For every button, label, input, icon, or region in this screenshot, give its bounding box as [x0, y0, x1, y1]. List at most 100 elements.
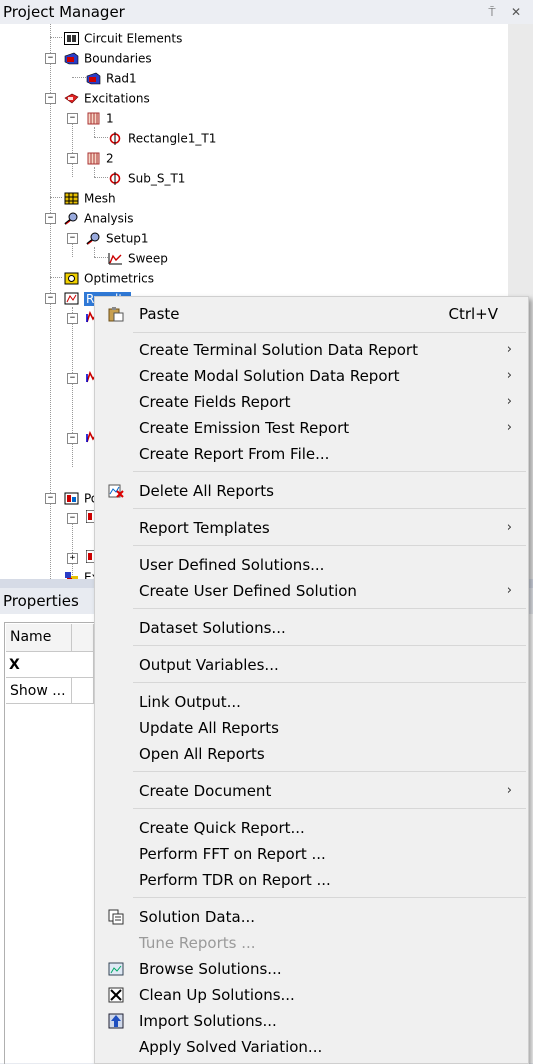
tree-node-analysis[interactable]: Analysis [64, 208, 133, 228]
menu-item-label: Perform FFT on Report ... [139, 845, 326, 863]
menu-item-apply-solved-variation[interactable]: Apply Solved Variation... [95, 1034, 528, 1060]
delete-reports-icon [108, 484, 124, 498]
port-icon [87, 112, 100, 125]
tree-node-sub-s-t1[interactable]: Sub_S_T1 [108, 168, 185, 188]
menu-item-user-defined-solutions[interactable]: User Defined Solutions... [95, 552, 528, 578]
tree-node-boundaries[interactable]: Boundaries [64, 48, 152, 68]
terminal-icon [109, 172, 121, 185]
collapse-toggle[interactable]: − [67, 313, 78, 324]
collapse-toggle[interactable]: − [45, 493, 56, 504]
tree-node-sweep[interactable]: Sweep [108, 248, 168, 268]
menu-item-create-fields-report[interactable]: Create Fields Report › [95, 389, 528, 415]
field-overlay-icon [64, 492, 79, 505]
menu-item-update-all-reports[interactable]: Update All Reports [95, 715, 528, 741]
menu-item-label: Create Report From File... [139, 445, 330, 463]
column-header-value[interactable] [72, 624, 94, 652]
collapse-toggle[interactable]: − [67, 233, 78, 244]
collapse-toggle[interactable]: − [67, 373, 78, 384]
menu-item-clean-up-solutions[interactable]: Clean Up Solutions... [95, 982, 528, 1008]
tree-node-optimetrics[interactable]: Optimetrics [64, 268, 154, 288]
menu-item-create-user-defined-solution[interactable]: Create User Defined Solution › [95, 578, 528, 604]
menu-item-label: Create Emission Test Report [139, 419, 350, 437]
tree-label: Setup1 [106, 231, 149, 246]
tree-node-circuit-elements[interactable]: Circuit Elements [64, 28, 182, 48]
menu-item-label: Import Solutions... [139, 1012, 277, 1030]
collapse-toggle[interactable]: − [45, 53, 56, 64]
menu-item-label: Solution Data... [139, 908, 255, 926]
collapse-toggle[interactable]: − [67, 513, 78, 524]
menu-item-create-document[interactable]: Create Document › [95, 778, 528, 804]
menu-item-label: Create Modal Solution Data Report [139, 367, 400, 385]
menu-item-create-report-from-file[interactable]: Create Report From File... [95, 441, 528, 467]
tree-node-mesh[interactable]: Mesh [64, 188, 116, 208]
tree-label: Sweep [128, 251, 168, 266]
menu-item-label: Create Quick Report... [139, 819, 305, 837]
tree-node-excitations[interactable]: Excitations [64, 88, 150, 108]
collapse-toggle[interactable]: − [45, 293, 56, 304]
expand-toggle[interactable]: + [67, 553, 78, 564]
tree-node-exc-2[interactable]: 2 [86, 148, 114, 168]
terminal-icon [109, 132, 121, 145]
menu-item-dataset-solutions[interactable]: Dataset Solutions... [95, 615, 528, 641]
tree-node-rad1[interactable]: Rad1 [86, 68, 137, 88]
pin-icon[interactable]: ⍑ [484, 0, 500, 24]
clean-up-icon [108, 987, 124, 1003]
collapse-toggle[interactable]: − [67, 433, 78, 444]
menu-item-perform-tdr[interactable]: Perform TDR on Report ... [95, 867, 528, 893]
menu-item-link-output[interactable]: Link Output... [95, 689, 528, 715]
menu-item-browse-solutions[interactable]: Browse Solutions... [95, 956, 528, 982]
menu-item-import-solutions[interactable]: Import Solutions... [95, 1008, 528, 1034]
close-icon[interactable]: ✕ [508, 0, 524, 24]
menu-item-perform-fft[interactable]: Perform FFT on Report ... [95, 841, 528, 867]
menu-item-label: Browse Solutions... [139, 960, 282, 978]
collapse-toggle[interactable]: − [45, 93, 56, 104]
tree-label: Excitations [84, 91, 150, 106]
results-context-menu: Paste Ctrl+V Create Terminal Solution Da… [94, 296, 529, 1064]
tree-label: Analysis [84, 211, 134, 226]
radiation-boundary-icon [86, 72, 101, 85]
menu-item-create-modal-report[interactable]: Create Modal Solution Data Report › [95, 363, 528, 389]
project-manager-title: Project Manager [3, 3, 125, 21]
menu-item-label: Create Terminal Solution Data Report [139, 341, 418, 359]
menu-item-label: Paste [139, 305, 180, 323]
menu-item-open-all-reports[interactable]: Open All Reports [95, 741, 528, 767]
menu-item-tune-reports[interactable]: Tune Reports ... [95, 930, 528, 956]
property-section-x-scrollbar[interactable]: X Scrollbar [6, 652, 94, 699]
import-icon [108, 1013, 124, 1029]
menu-item-output-variables[interactable]: Output Variables... [95, 652, 528, 678]
menu-item-paste[interactable]: Paste Ctrl+V [95, 301, 528, 327]
submenu-arrow-icon: › [506, 394, 512, 409]
menu-item-label: Clean Up Solutions... [139, 986, 295, 1004]
tree-label: Rectangle1_T1 [128, 131, 217, 146]
menu-item-create-emission-report[interactable]: Create Emission Test Report › [95, 415, 528, 441]
sweep-icon [108, 253, 122, 265]
menu-item-label: User Defined Solutions... [139, 556, 325, 574]
tree-label: Mesh [84, 191, 116, 206]
solution-data-icon [108, 909, 124, 925]
submenu-arrow-icon: › [506, 342, 512, 357]
tree-node-exc-1[interactable]: 1 [86, 108, 114, 128]
submenu-arrow-icon: › [506, 420, 512, 435]
property-row-name[interactable]: Show ... [6, 678, 72, 704]
tree-node-rectangle1-t1[interactable]: Rectangle1_T1 [108, 128, 216, 148]
menu-item-delete-all-reports[interactable]: Delete All Reports [95, 478, 528, 504]
collapse-toggle[interactable]: − [67, 153, 78, 164]
properties-title: Properties [3, 592, 79, 610]
menu-item-create-terminal-report[interactable]: Create Terminal Solution Data Report › [95, 337, 528, 363]
collapse-toggle[interactable]: − [67, 113, 78, 124]
tree-label: 1 [106, 111, 114, 126]
tree-node-setup1[interactable]: Setup1 [86, 228, 149, 248]
project-manager-titlebar: Project Manager ⍑ ✕ [0, 0, 533, 24]
menu-item-create-quick-report[interactable]: Create Quick Report... [95, 815, 528, 841]
browse-solutions-icon [108, 962, 124, 976]
mesh-icon [64, 192, 79, 205]
shortcut-label: Ctrl+V [448, 305, 498, 323]
menu-item-label: Tune Reports ... [139, 934, 256, 952]
property-row-value[interactable] [72, 678, 94, 704]
menu-item-label: Apply Solved Variation... [139, 1038, 323, 1056]
column-header-name[interactable]: Name [6, 624, 72, 652]
collapse-toggle[interactable]: − [45, 213, 56, 224]
menu-item-label: Create Document [139, 782, 272, 800]
menu-item-report-templates[interactable]: Report Templates › [95, 515, 528, 541]
menu-item-solution-data[interactable]: Solution Data... [95, 904, 528, 930]
